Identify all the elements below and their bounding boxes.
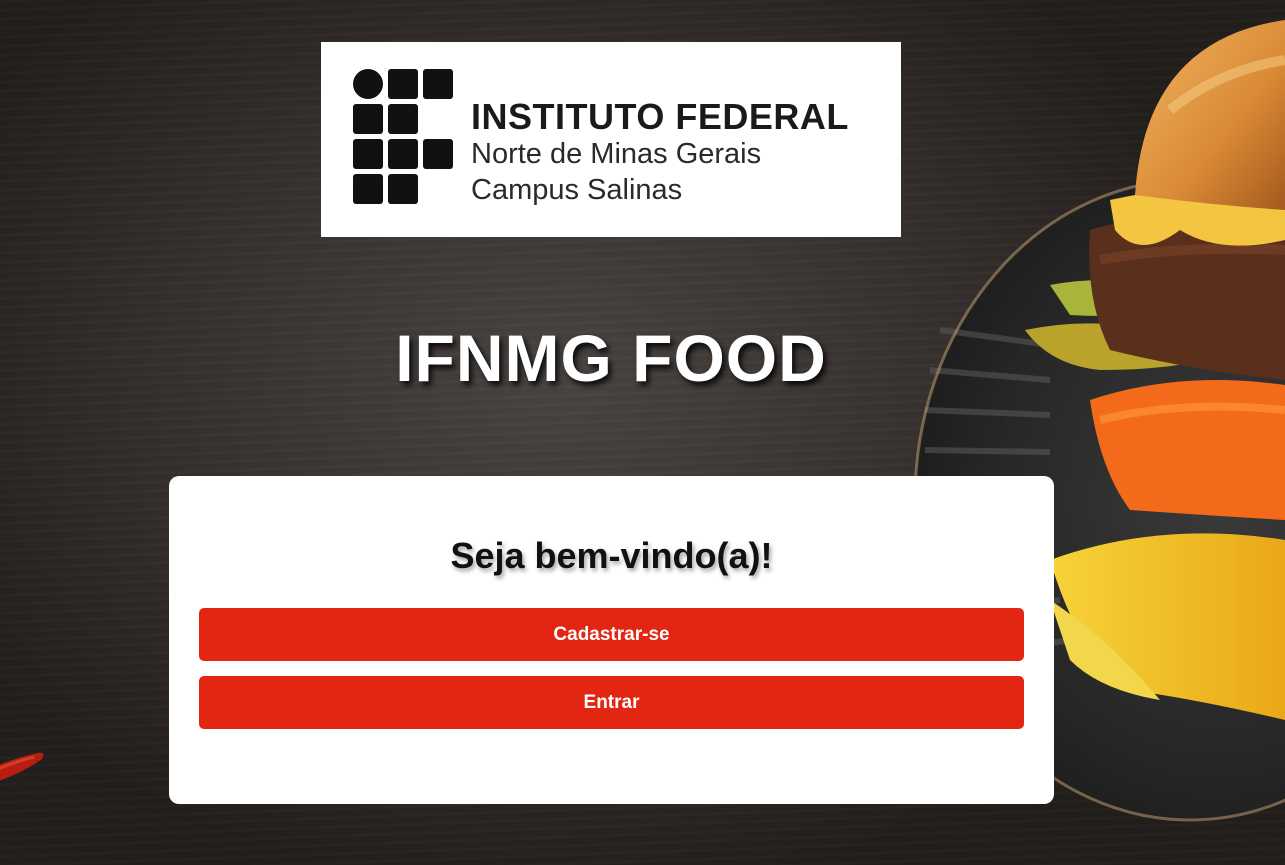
logo-text: INSTITUTO FEDERAL Norte de Minas Gerais … <box>471 98 849 208</box>
ifnmg-logo-grid-icon <box>353 69 453 205</box>
logo-subtitle-campus: Campus Salinas <box>471 174 683 206</box>
app-title: IFNMG FOOD <box>395 321 827 395</box>
register-button[interactable]: Cadastrar-se <box>199 608 1024 661</box>
logo-subtitle-region: Norte de Minas Gerais <box>471 138 762 170</box>
welcome-heading: Seja bem-vindo(a)! <box>450 535 773 576</box>
welcome-card: Seja bem-vindo(a)! Cadastrar-se Entrar <box>169 476 1054 804</box>
institution-logo: INSTITUTO FEDERAL Norte de Minas Gerais … <box>321 42 901 237</box>
red-pepper-image <box>0 735 70 795</box>
login-button[interactable]: Entrar <box>199 676 1024 729</box>
logo-title: INSTITUTO FEDERAL <box>471 96 849 137</box>
